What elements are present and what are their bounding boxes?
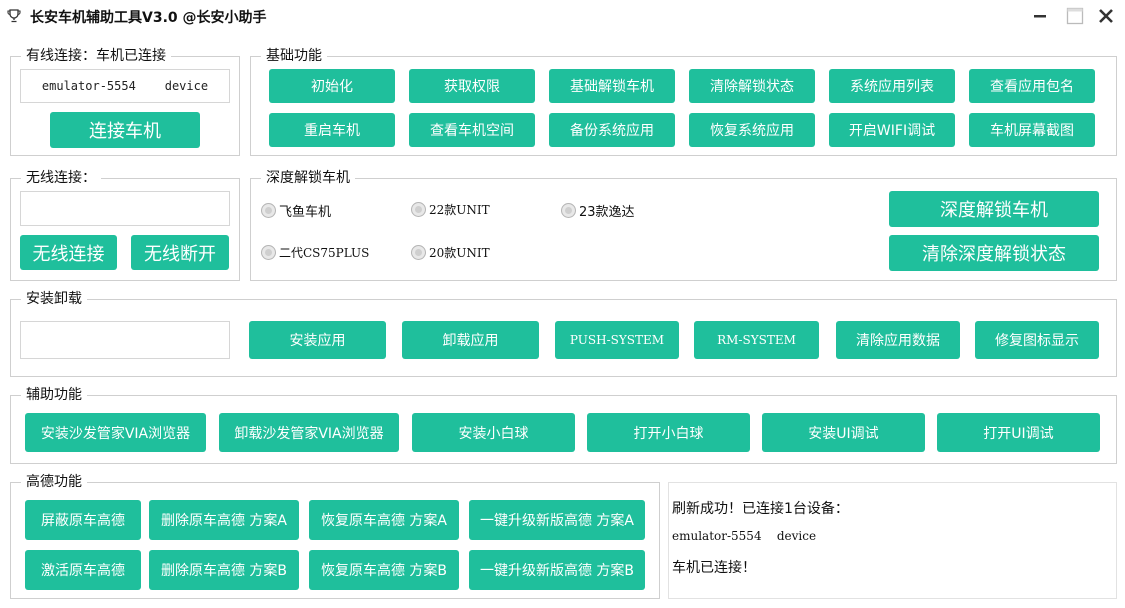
amap-functions-title: 高德功能 — [21, 473, 87, 491]
init-button[interactable]: 初始化 — [269, 69, 395, 103]
radio-23-yida[interactable]: 23款逸达 — [561, 201, 635, 220]
backup-system-apps-button[interactable]: 备份系统应用 — [549, 113, 675, 147]
trophy-icon — [7, 9, 21, 23]
radio-label: 二代CS75PLUS — [279, 246, 370, 260]
clear-app-data-button[interactable]: 清除应用数据 — [836, 321, 960, 359]
push-system-button[interactable]: PUSH-SYSTEM — [555, 321, 679, 359]
basic-functions-group: 基础功能 初始化 获取权限 基础解锁车机 清除解锁状态 系统应用列表 查看应用包… — [250, 47, 1117, 156]
restore-system-apps-button[interactable]: 恢复系统应用 — [689, 113, 815, 147]
system-apps-list-button[interactable]: 系统应用列表 — [829, 69, 955, 103]
basic-functions-title: 基础功能 — [261, 47, 327, 65]
deep-unlock-title: 深度解锁车机 — [261, 169, 355, 187]
log-line: emulator-5554 device — [672, 529, 817, 543]
wireless-connection-group: 无线连接： 无线连接 无线断开 — [10, 169, 240, 281]
radio-cs75plus[interactable]: 二代CS75PLUS — [261, 244, 369, 261]
delete-amap-a-button[interactable]: 删除原车高德 方案A — [149, 500, 299, 540]
get-permission-button[interactable]: 获取权限 — [409, 69, 535, 103]
radio-label: 20款UNIT — [429, 246, 490, 260]
block-amap-button[interactable]: 屏蔽原车高德 — [25, 500, 141, 540]
wired-connection-group: 有线连接：车机已连接 emulator-5554 device 连接车机 — [10, 47, 240, 156]
open-ui-debug-button[interactable]: 打开UI调试 — [937, 413, 1100, 452]
upgrade-amap-a-button[interactable]: 一键升级新版高德 方案A — [469, 500, 645, 540]
install-ui-debug-button[interactable]: 安装UI调试 — [762, 413, 925, 452]
clear-deep-unlock-button[interactable]: 清除深度解锁状态 — [889, 235, 1099, 271]
clear-unlock-button[interactable]: 清除解锁状态 — [689, 69, 815, 103]
radio-circle-icon — [261, 245, 276, 260]
screenshot-button[interactable]: 车机屏幕截图 — [969, 113, 1095, 147]
amap-functions-group: 高德功能 屏蔽原车高德 删除原车高德 方案A 恢复原车高德 方案A 一键升级新版… — [10, 473, 660, 599]
radio-label: 23款逸达 — [579, 205, 635, 220]
log-output[interactable]: 刷新成功！已连接1台设备： emulator-5554 device 车机已连接… — [668, 482, 1117, 599]
apk-path-field[interactable] — [20, 321, 230, 359]
radio-circle-icon — [411, 202, 426, 217]
uninstall-via-browser-button[interactable]: 卸载沙发管家VIA浏览器 — [219, 413, 399, 452]
minimize-icon — [1034, 15, 1046, 18]
wireless-address-field[interactable] — [20, 191, 230, 226]
upgrade-amap-b-button[interactable]: 一键升级新版高德 方案B — [469, 550, 645, 590]
rm-system-button[interactable]: RM-SYSTEM — [694, 321, 819, 359]
fix-icon-display-button[interactable]: 修复图标显示 — [975, 321, 1099, 359]
radio-label: 飞鱼车机 — [279, 205, 332, 220]
enable-wifi-debug-button[interactable]: 开启WIFI调试 — [829, 113, 955, 147]
close-button[interactable] — [1092, 4, 1120, 28]
deep-unlock-button[interactable]: 深度解锁车机 — [889, 191, 1099, 227]
view-storage-button[interactable]: 查看车机空间 — [409, 113, 535, 147]
device-field[interactable]: emulator-5554 device — [20, 69, 230, 103]
window-title: 长安车机辅助工具V3.0 @长安小助手 — [30, 10, 267, 26]
install-uninstall-group: 安装卸载 安装应用 卸载应用 PUSH-SYSTEM RM-SYSTEM 清除应… — [10, 290, 1117, 377]
delete-amap-b-button[interactable]: 删除原车高德 方案B — [149, 550, 299, 590]
radio-circle-icon — [411, 245, 426, 260]
close-icon — [1099, 9, 1113, 23]
minimize-button[interactable] — [1026, 4, 1054, 28]
reboot-car-button[interactable]: 重启车机 — [269, 113, 395, 147]
log-line: 车机已连接！ — [672, 560, 756, 576]
radio-20-unit[interactable]: 20款UNIT — [411, 244, 490, 261]
maximize-button[interactable] — [1061, 4, 1089, 28]
restore-amap-b-button[interactable]: 恢复原车高德 方案B — [309, 550, 459, 590]
install-white-ball-button[interactable]: 安装小白球 — [412, 413, 575, 452]
aux-functions-group: 辅助功能 安装沙发管家VIA浏览器 卸载沙发管家VIA浏览器 安装小白球 打开小… — [10, 386, 1117, 464]
view-package-name-button[interactable]: 查看应用包名 — [969, 69, 1095, 103]
install-app-button[interactable]: 安装应用 — [249, 321, 386, 359]
deep-unlock-group: 深度解锁车机 飞鱼车机 22款UNIT 23款逸达 二代CS75PLUS 20款… — [250, 169, 1117, 281]
maximize-icon — [1066, 7, 1084, 25]
activate-amap-button[interactable]: 激活原车高德 — [25, 550, 141, 590]
install-via-browser-button[interactable]: 安装沙发管家VIA浏览器 — [25, 413, 206, 452]
install-uninstall-title: 安装卸载 — [21, 290, 87, 308]
wired-connection-title: 有线连接：车机已连接 — [21, 47, 171, 65]
restore-amap-a-button[interactable]: 恢复原车高德 方案A — [309, 500, 459, 540]
aux-functions-title: 辅助功能 — [21, 386, 87, 404]
open-white-ball-button[interactable]: 打开小白球 — [587, 413, 750, 452]
wireless-connection-title: 无线连接： — [21, 169, 101, 187]
radio-22-unit[interactable]: 22款UNIT — [411, 201, 490, 218]
radio-circle-icon — [561, 203, 576, 218]
radio-circle-icon — [261, 203, 276, 218]
wireless-connect-button[interactable]: 无线连接 — [20, 235, 117, 270]
wireless-disconnect-button[interactable]: 无线断开 — [131, 235, 229, 270]
title-bar: 长安车机辅助工具V3.0 @长安小助手 — [0, 0, 1125, 32]
connect-car-button[interactable]: 连接车机 — [50, 112, 200, 148]
radio-feiyu[interactable]: 飞鱼车机 — [261, 201, 331, 220]
log-line: 刷新成功！已连接1台设备： — [672, 501, 849, 517]
uninstall-app-button[interactable]: 卸载应用 — [402, 321, 539, 359]
basic-unlock-button[interactable]: 基础解锁车机 — [549, 69, 675, 103]
radio-label: 22款UNIT — [429, 203, 490, 217]
